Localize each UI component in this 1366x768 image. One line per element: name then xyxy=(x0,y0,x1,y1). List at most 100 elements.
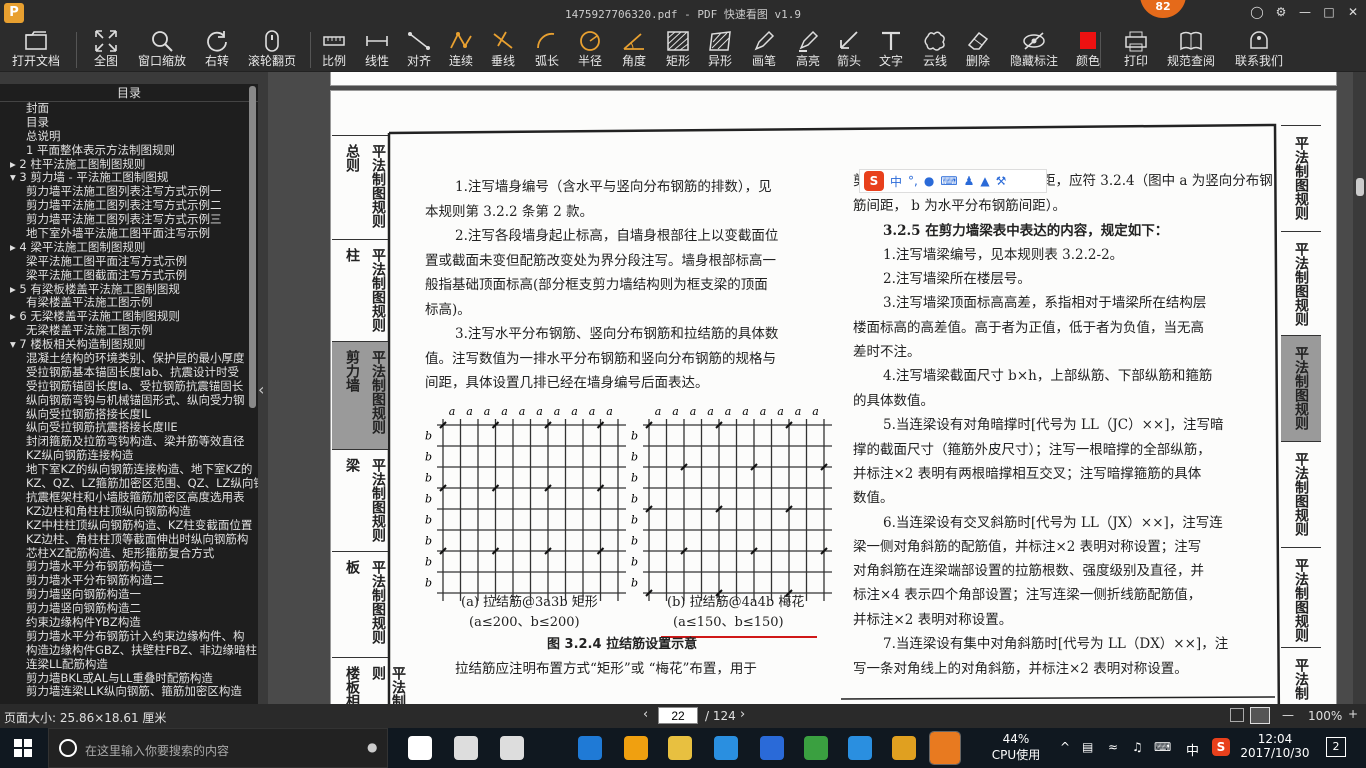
toolbar-arrow-button[interactable]: 箭头 xyxy=(830,28,868,72)
toc-item[interactable]: ▸ 6 无梁楼盖平法施工图制图规则 xyxy=(6,310,258,324)
close-button[interactable]: ✕ xyxy=(1344,5,1362,19)
toolbar-arc-button[interactable]: 弧长 xyxy=(524,28,570,72)
sogou-icon[interactable]: S xyxy=(864,171,884,191)
toolbar-align-button[interactable]: 对齐 xyxy=(398,28,440,72)
ie2-icon[interactable] xyxy=(804,736,828,760)
toolbar-text-button[interactable]: 文字 xyxy=(870,28,912,72)
toc-item[interactable]: 总说明 xyxy=(6,130,258,144)
cpu-widget[interactable]: 44% CPU使用 xyxy=(984,732,1048,763)
toc-item[interactable]: 纵向受拉钢筋搭接长度lL xyxy=(6,408,258,422)
explorer-icon[interactable] xyxy=(668,736,692,760)
punct-icon[interactable]: °, xyxy=(908,174,918,188)
action-center-icon[interactable]: 2 xyxy=(1326,737,1346,757)
left-tab-5[interactable]: 楼板相 平法制图规则 xyxy=(332,657,406,704)
toolbar-contact-button[interactable]: 联系我们 xyxy=(1226,28,1292,72)
toc-item[interactable]: ▾ 7 楼板相关构造制图规则 xyxy=(6,338,258,352)
toc-item[interactable]: 剪力墙平法施工图列表注写方式示例二 xyxy=(6,199,258,213)
toc-item[interactable]: 1 平面整体表示方法制图规则 xyxy=(6,144,258,158)
right-tab-5[interactable]: 平法制 xyxy=(1281,647,1321,704)
toolbar-open-button[interactable]: 打开文档 xyxy=(0,28,72,72)
continuous-view-icon[interactable] xyxy=(1250,707,1270,724)
keyboard-icon[interactable]: ⌨ xyxy=(940,174,957,188)
toolbar-linear-button[interactable]: 线性 xyxy=(356,28,398,72)
lang-indicator[interactable]: 中 xyxy=(1186,740,1199,759)
toolbar-rect-button[interactable]: 矩形 xyxy=(654,28,702,72)
toc-item[interactable]: ▸ 4 梁平法施工图制图规则 xyxy=(6,241,258,255)
toc-item[interactable]: 剪力墙连梁LLK纵向钢筋、箍筋加密区构造 xyxy=(6,685,258,699)
toc-item[interactable]: 芯柱XZ配筋构造、矩形箍筋复合方式 xyxy=(6,547,258,561)
notes-icon[interactable] xyxy=(892,736,916,760)
mic-icon[interactable]: ● xyxy=(924,174,934,188)
task-view-icon[interactable] xyxy=(408,736,432,760)
left-tab-0[interactable]: 总则 平法制图规则 xyxy=(332,135,388,239)
toolbar-hide-button[interactable]: 隐藏标注 xyxy=(1004,28,1064,72)
collapse-sidebar-icon[interactable]: ‹ xyxy=(258,380,264,399)
viewer-scrollbar[interactable] xyxy=(1356,178,1364,196)
toc-item[interactable]: KZ边柱、角柱柱顶等截面伸出时纵向钢筋构 xyxy=(6,533,258,547)
toolbar-angle-button[interactable]: 角度 xyxy=(610,28,658,72)
toolbar-rotate-button[interactable]: 右转 xyxy=(192,28,242,72)
start-button[interactable] xyxy=(14,739,32,757)
skin-icon[interactable]: ▲ xyxy=(980,174,989,188)
user-icon[interactable]: ♟ xyxy=(964,174,975,188)
toc-item[interactable]: 混凝土结构的环境类别、保护层的最小厚度 xyxy=(6,352,258,366)
toolbar-radius-button[interactable]: 半径 xyxy=(566,28,614,72)
toc-item[interactable]: 受拉钢筋基本锚固长度lab、抗震设计时受 xyxy=(6,366,258,380)
left-tab-2[interactable]: 剪力墙 平法制图规则 xyxy=(332,341,388,449)
right-tab-1[interactable]: 平法制图规则 xyxy=(1281,231,1321,335)
pinwheel-icon[interactable] xyxy=(454,736,478,760)
toc-item[interactable]: 构造边缘构件GBZ、扶壁柱FBZ、非边缘暗柱 xyxy=(6,644,258,658)
settings-icon[interactable]: ⚙ xyxy=(1272,5,1290,19)
toc-item[interactable]: 剪力墙平法施工图列表注写方式示例一 xyxy=(6,185,258,199)
wifi-icon[interactable]: ≈ xyxy=(1108,740,1118,754)
volume-icon[interactable]: ♫ xyxy=(1132,740,1143,754)
toc-item[interactable]: 剪力墙水平分布钢筋构造一 xyxy=(6,560,258,574)
left-tab-1[interactable]: 柱平法制图规则 xyxy=(332,239,388,341)
toolbar-perp-button[interactable]: 垂线 xyxy=(482,28,524,72)
toolbar-color-button[interactable]: 颜色 xyxy=(1066,28,1110,72)
mic-icon[interactable]: ● xyxy=(367,740,377,754)
network-icon[interactable]: ▤ xyxy=(1082,740,1093,754)
page-number-input[interactable] xyxy=(658,707,698,724)
toolbar-cont-button[interactable]: 连续 xyxy=(440,28,482,72)
right-tab-3[interactable]: 平法制图规则 xyxy=(1281,441,1321,547)
toc-item[interactable]: KZ纵向钢筋连接构造 xyxy=(6,449,258,463)
toc-item[interactable]: ▸ 2 柱平法施工图制图规则 xyxy=(6,158,258,172)
toolbar-zoom-button[interactable]: 窗口缩放 xyxy=(134,28,190,72)
tools-icon[interactable]: ⚒ xyxy=(996,174,1007,188)
toc-item[interactable]: 剪力墙平法施工图列表注写方式示例三 xyxy=(6,213,258,227)
toolbar-shape-button[interactable]: 异形 xyxy=(698,28,742,72)
chrome-g-icon[interactable] xyxy=(760,736,784,760)
toc-item[interactable]: 封面 xyxy=(6,102,258,116)
toc-item[interactable]: 封闭箍筋及拉筋弯钩构造、梁并筋等效直径 xyxy=(6,435,258,449)
toc-scrollbar[interactable] xyxy=(249,86,256,408)
toc-item[interactable]: ▸ 5 有梁板楼盖平法施工图制图规 xyxy=(6,283,258,297)
toolbar-delete-button[interactable]: 删除 xyxy=(958,28,998,72)
toc-item[interactable]: KZ边柱和角柱柱顶纵向钢筋构造 xyxy=(6,505,258,519)
toolbar-spec-button[interactable]: 规范查阅 xyxy=(1160,28,1222,72)
toc-item[interactable]: ▾ 3 剪力墙 - 平法施工图制图规 xyxy=(6,171,258,185)
toc-item[interactable]: 纵向受拉钢筋抗震搭接长度llE xyxy=(6,421,258,435)
sogou-tray-icon[interactable]: S xyxy=(1212,738,1230,756)
left-tab-4[interactable]: 板平法制图规则 xyxy=(332,551,388,657)
store-icon[interactable] xyxy=(624,736,648,760)
ime-toolbar[interactable]: S 中 °, ● ⌨ ♟ ▲ ⚒ xyxy=(859,169,1047,193)
right-tab-4[interactable]: 平法制图规则 xyxy=(1281,547,1321,647)
edge-icon[interactable] xyxy=(578,736,602,760)
toolbar-full-button[interactable]: 全图 xyxy=(80,28,132,72)
user-icon[interactable]: ◯ xyxy=(1248,5,1266,19)
toc-item[interactable]: 地下室外墙平法施工图平面注写示例 xyxy=(6,227,258,241)
search-box[interactable]: 在这里输入你要搜索的内容 ● xyxy=(48,728,388,768)
photo-icon[interactable] xyxy=(500,736,524,760)
single-page-view-icon[interactable] xyxy=(1230,708,1244,722)
tray-up-icon[interactable]: ^ xyxy=(1060,740,1070,754)
paint-icon[interactable] xyxy=(848,736,872,760)
toc-item[interactable]: 有梁楼盖平法施工图示例 xyxy=(6,296,258,310)
toc-item[interactable]: KZ中柱柱顶纵向钢筋构造、KZ柱变截面位置 xyxy=(6,519,258,533)
keyboard-icon[interactable]: ⌨ xyxy=(1154,740,1171,754)
toolbar-scale-button[interactable]: 比例 xyxy=(312,28,356,72)
right-tab-0[interactable]: 平法制图规则 xyxy=(1281,125,1321,231)
toolbar-scroll-button[interactable]: 滚轮翻页 xyxy=(246,28,298,72)
zoom-in-button[interactable]: + xyxy=(1348,707,1358,721)
right-tab-2[interactable]: 平法制图规则 xyxy=(1281,335,1321,441)
